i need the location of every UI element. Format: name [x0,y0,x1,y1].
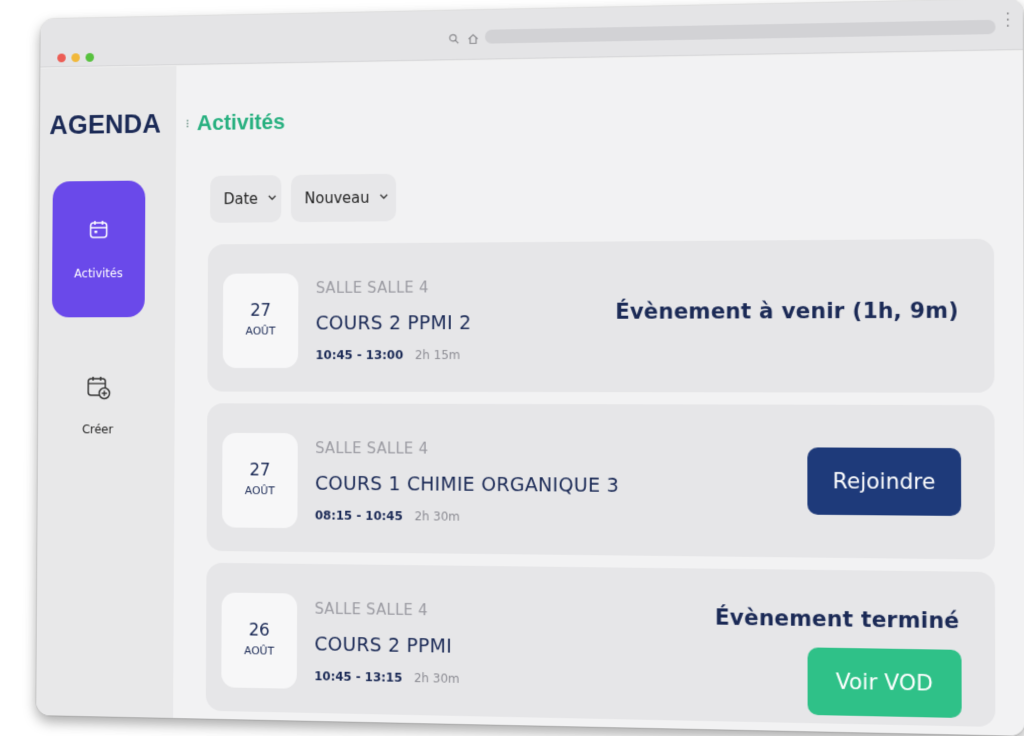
address-icons [447,32,479,45]
chevron-down-icon [379,193,388,203]
event-status: Évènement à venir (1h, 9m) [615,298,959,324]
event-course: COURS 1 CHIMIE ORGANIQUE 3 [315,472,620,497]
event-duration: 2h 15m [414,348,461,363]
event-status: Évènement terminé [714,605,960,634]
event-month: AOÛT [245,324,276,338]
url-bar[interactable] [484,19,996,44]
event-time-range: 10:45 - 13:15 [314,669,403,685]
home-icon[interactable] [466,32,479,45]
event-course: COURS 2 PPMI [314,633,453,658]
event-room: SALLE SALLE 4 [315,439,429,458]
breadcrumb: ⁝ Activités [186,109,285,136]
event-month: AOÛT [244,484,275,498]
date-filter-dropdown[interactable]: Date [210,175,282,223]
sidebar-item-label: Créer [81,422,114,437]
event-date: 27 AOÛT [222,432,298,529]
close-window-button[interactable] [57,53,66,63]
new-filter-label: Nouveau [304,188,370,208]
sidebar-item-label: Activités [74,266,123,281]
event-room: SALLE SALLE 4 [315,278,429,297]
calendar-icon [87,218,110,245]
main-content: ⁝ Activités Date Nouveau 27 AOÛT SALLE S… [173,50,1024,736]
event-time-range: 08:15 - 10:45 [314,508,403,524]
event-card[interactable]: 27 AOÛT SALLE SALLE 4 COURS 2 PPMI 2 10:… [207,238,995,393]
minimize-window-button[interactable] [71,53,80,63]
event-time: 10:45 - 13:00 2h 15m [316,348,461,362]
event-course: COURS 2 PPMI 2 [315,312,472,335]
event-card[interactable]: 26 AOÛT SALLE SALLE 4 COURS 2 PPMI 10:45… [205,562,996,727]
more-options-icon[interactable]: · · · [1005,6,1010,35]
event-time-range: 10:45 - 13:00 [315,348,404,363]
event-month: AOÛT [244,644,275,658]
sidebar-item-activites[interactable]: Activités [51,180,146,318]
event-date: 26 AOÛT [221,592,298,689]
new-filter-dropdown[interactable]: Nouveau [290,173,397,223]
event-day: 26 [248,620,270,641]
maximize-window-button[interactable] [85,52,95,62]
page-title: Activités [196,109,286,135]
sidebar-item-creer[interactable]: Créer [51,364,144,442]
app-logo: AGENDA [49,109,162,140]
event-card[interactable]: 27 AOÛT SALLE SALLE 4 COURS 1 CHIMIE ORG… [206,403,995,560]
sidebar: AGENDA Activités Créer [36,66,177,718]
event-day: 27 [250,300,272,321]
event-day: 27 [249,460,271,481]
event-time: 10:45 - 13:15 2h 30m [314,669,459,686]
event-duration: 2h 30m [414,671,460,686]
event-duration: 2h 30m [414,509,460,524]
calendar-add-icon [85,374,112,405]
browser-window: · · · AGENDA Activités Créer ⁝ Activités D… [36,0,1024,736]
event-date: 27 AOÛT [222,273,299,368]
search-icon[interactable] [447,32,460,45]
join-button[interactable]: Rejoindre [807,447,962,516]
event-room: SALLE SALLE 4 [314,599,428,620]
watch-vod-button[interactable]: Voir VOD [807,647,962,719]
chevron-down-icon [268,194,277,204]
date-filter-label: Date [223,190,259,209]
event-time: 08:15 - 10:45 2h 30m [315,508,460,523]
breadcrumb-separator-icon: ⁝ [185,116,190,131]
